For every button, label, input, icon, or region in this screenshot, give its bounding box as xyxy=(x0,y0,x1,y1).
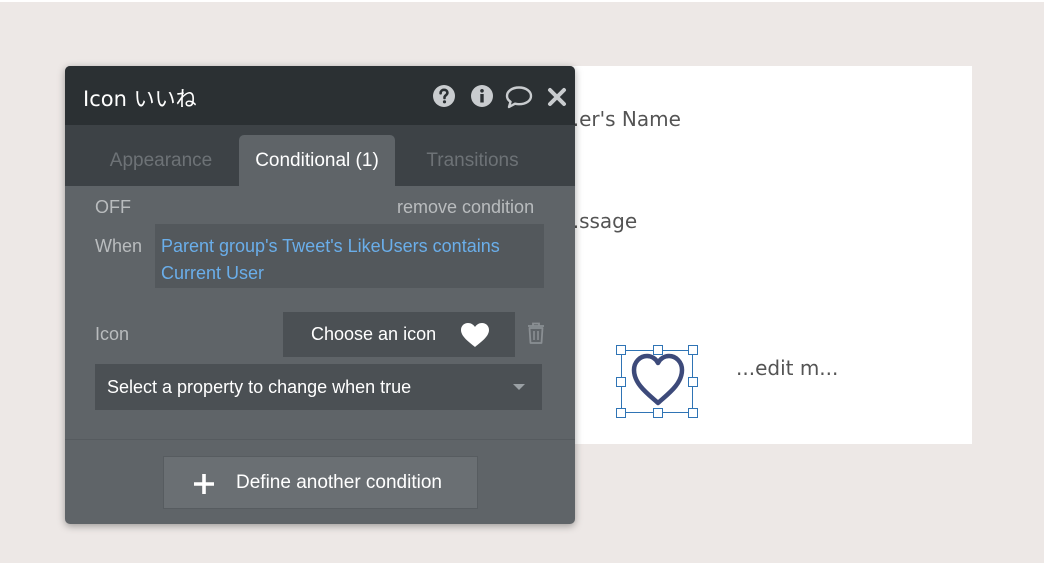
define-condition-label: Define another condition xyxy=(236,472,442,493)
define-condition-button[interactable]: Define another condition xyxy=(163,456,478,509)
condition-status[interactable]: OFF xyxy=(95,197,131,218)
property-select[interactable]: Select a property to change when true xyxy=(95,364,542,410)
trash-icon[interactable] xyxy=(526,321,546,345)
remove-condition-link[interactable]: remove condition xyxy=(397,197,534,218)
when-label: When xyxy=(95,236,143,256)
heart-icon xyxy=(631,353,685,406)
tabs-bar: Appearance Conditional (1) Transitions xyxy=(65,125,575,186)
tab-transitions[interactable]: Transitions xyxy=(410,135,535,186)
resize-handle-top-left[interactable] xyxy=(616,345,626,355)
property-select-label: Select a property to change when true xyxy=(107,376,412,397)
comment-icon[interactable] xyxy=(505,85,533,109)
resize-handle-bottom-left[interactable] xyxy=(616,408,626,418)
help-icon[interactable] xyxy=(432,84,456,108)
edit-message-text[interactable]: ...edit m... xyxy=(736,356,838,380)
tab-conditional[interactable]: Conditional (1) xyxy=(239,135,395,186)
resize-handle-bottom-right[interactable] xyxy=(688,408,698,418)
condition-expression[interactable]: Parent group's Tweet's LikeUsers contain… xyxy=(155,224,544,288)
resize-handle-top-right[interactable] xyxy=(688,345,698,355)
panel-title: Icon いいね xyxy=(83,87,197,111)
heart-icon-element[interactable] xyxy=(616,345,698,418)
tab-appearance[interactable]: Appearance xyxy=(93,135,229,186)
panel-header[interactable]: Icon いいね xyxy=(65,66,575,125)
resize-handle-bottom[interactable] xyxy=(653,408,663,418)
property-editor-panel: Icon いいね Appearance Conditional (1) Tran… xyxy=(65,66,575,524)
icon-label: Icon xyxy=(95,324,130,344)
chevron-down-icon xyxy=(513,384,525,390)
resize-handle-top[interactable] xyxy=(653,345,663,355)
user-name-text[interactable]: ...er's Name xyxy=(560,107,681,131)
resize-handle-right[interactable] xyxy=(688,377,698,387)
resize-handle-left[interactable] xyxy=(616,377,626,387)
choose-icon-button[interactable]: Choose an icon xyxy=(283,312,515,357)
heart-icon xyxy=(461,323,489,347)
choose-icon-label: Choose an icon xyxy=(311,324,437,344)
divider xyxy=(65,439,575,440)
close-icon[interactable] xyxy=(547,87,567,107)
plus-icon xyxy=(194,474,214,494)
info-icon[interactable] xyxy=(470,84,494,108)
